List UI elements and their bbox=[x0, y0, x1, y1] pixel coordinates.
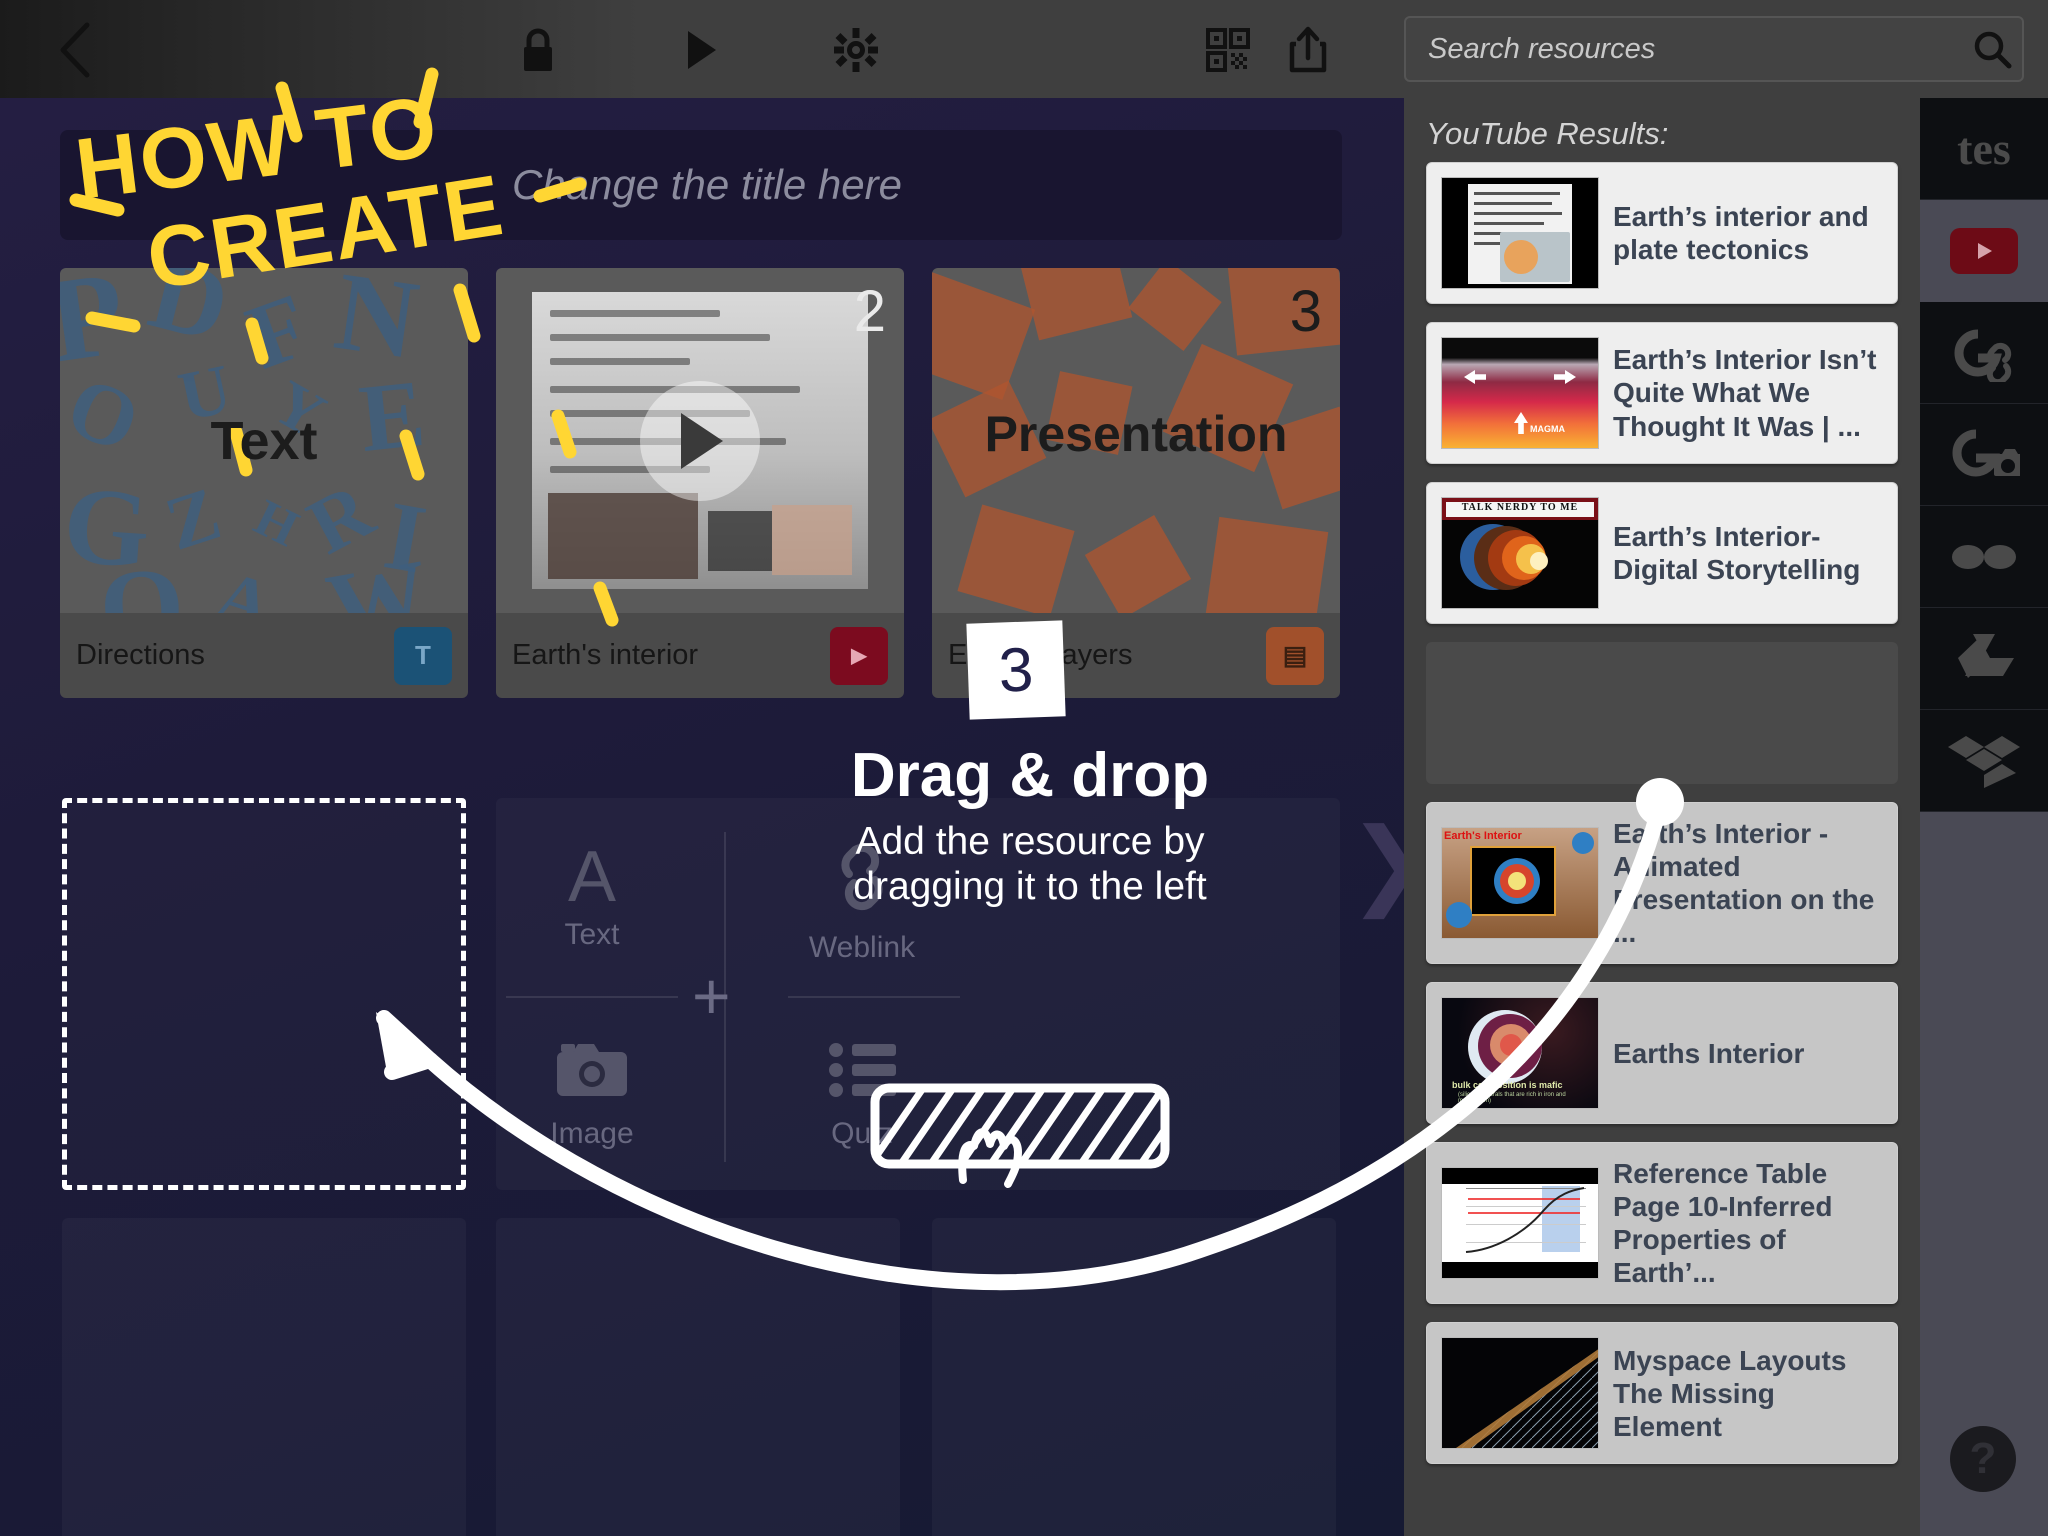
share-icon[interactable] bbox=[1280, 22, 1336, 78]
panel-divider-left bbox=[506, 996, 678, 998]
tile-type-badge-text: T bbox=[394, 626, 452, 685]
title-placeholder: Change the title here bbox=[512, 161, 902, 208]
lesson-title-field[interactable]: Change the title here bbox=[60, 130, 1342, 240]
result-thumbnail: bulk composition is mafic (silicate mine… bbox=[1441, 997, 1599, 1110]
resources-results-panel: YouTube Results: Earth’s interior and pl… bbox=[1404, 98, 1920, 1536]
tile-thumbnail: 2 bbox=[496, 268, 904, 613]
resource-slot-empty-2[interactable] bbox=[496, 1218, 900, 1536]
search-bar[interactable] bbox=[1404, 16, 2024, 82]
tile-number: 3 bbox=[1289, 279, 1322, 344]
list-icon bbox=[768, 1038, 956, 1113]
top-toolbar bbox=[0, 0, 2048, 98]
results-heading: YouTube Results: bbox=[1426, 116, 1669, 151]
search-icon[interactable] bbox=[1962, 29, 2022, 69]
tile-type-badge-presentation: ▤ bbox=[1266, 626, 1324, 685]
flickr-icon[interactable] bbox=[1920, 506, 2048, 608]
add-option-image[interactable]: Image bbox=[498, 1038, 686, 1151]
panel-divider-right bbox=[788, 996, 960, 998]
result-item[interactable]: MAGMA Earth’s Interior Isn’t Quite What … bbox=[1426, 322, 1898, 464]
result-thumbnail bbox=[1441, 1337, 1599, 1450]
result-title: Earths Interior bbox=[1613, 1037, 1805, 1069]
resource-slot-empty-1[interactable] bbox=[62, 1218, 466, 1536]
chevron-right-icon[interactable]: ❯ bbox=[1348, 816, 1404, 912]
drop-zone[interactable] bbox=[62, 798, 466, 1190]
resource-tile-presentation[interactable]: Presentation 3 Earth's Layers ▤ bbox=[932, 268, 1340, 698]
resource-slot-empty-3[interactable] bbox=[932, 1218, 1336, 1536]
result-item-empty-slot[interactable] bbox=[1426, 642, 1898, 784]
result-item[interactable]: bulk composition is mafic (silicate mine… bbox=[1426, 982, 1898, 1125]
lock-icon[interactable] bbox=[510, 22, 566, 78]
tile-footer: Directions T bbox=[60, 613, 468, 698]
result-title: Earth’s interior and plate tectonics bbox=[1613, 200, 1869, 265]
youtube-pill bbox=[1950, 228, 2018, 274]
tile-label: Earth's interior bbox=[512, 639, 699, 671]
tile-thumb-caption: Text bbox=[210, 410, 318, 471]
play-icon[interactable] bbox=[672, 22, 728, 78]
link-icon bbox=[768, 840, 956, 927]
lesson-canvas: Change the title here P D F N O U Y E G … bbox=[0, 98, 1404, 1536]
tile-thumbnail: P D F N O U Y E G Z H R I Q A W Text bbox=[60, 268, 468, 613]
tile-number: 2 bbox=[853, 279, 886, 344]
result-item[interactable]: Reference Table Page 10-Inferred Propert… bbox=[1426, 1142, 1898, 1305]
dropbox-icon[interactable] bbox=[1920, 710, 2048, 812]
letter-a-icon: A bbox=[567, 837, 617, 917]
gear-icon[interactable] bbox=[828, 22, 884, 78]
add-option-label: Image bbox=[550, 1117, 634, 1150]
google-drive-icon[interactable] bbox=[1920, 608, 2048, 710]
tile-thumb-caption: Presentation bbox=[984, 405, 1288, 462]
result-item[interactable]: Myspace Layouts The Missing Element bbox=[1426, 1322, 1898, 1465]
tes-logo-text: tes bbox=[1957, 123, 2011, 174]
solar-panel-art bbox=[1456, 1349, 1598, 1449]
back-button[interactable] bbox=[46, 22, 102, 78]
result-title: Myspace Layouts The Missing Element bbox=[1613, 1344, 1847, 1442]
camera-icon bbox=[498, 1038, 686, 1113]
result-title: Earth’s Interior Isn’t Quite What We Tho… bbox=[1613, 344, 1877, 442]
tes-logo[interactable]: tes bbox=[1920, 98, 2048, 200]
qr-code-icon[interactable] bbox=[1200, 22, 1256, 78]
youtube-icon[interactable] bbox=[1920, 200, 2048, 302]
result-item[interactable]: Earth's Interior Earth’s Interior - Anim… bbox=[1426, 802, 1898, 965]
add-option-quiz[interactable]: Quiz bbox=[768, 1038, 956, 1151]
result-thumbnail: Earth's Interior bbox=[1441, 827, 1599, 940]
add-option-weblink[interactable]: Weblink bbox=[768, 840, 956, 965]
result-thumbnail: MAGMA bbox=[1441, 337, 1599, 449]
tile-type-badge-youtube: ▶ bbox=[830, 626, 888, 685]
search-input[interactable] bbox=[1406, 32, 1962, 66]
tile-thumbnail: Presentation 3 bbox=[932, 268, 1340, 613]
google-images-icon[interactable] bbox=[1920, 404, 2048, 506]
play-overlay-icon[interactable] bbox=[640, 380, 760, 501]
result-item[interactable]: Earth’s interior and plate tectonics bbox=[1426, 162, 1898, 304]
result-item[interactable]: TALK NERDY TO ME Earth’s Interior- Digit… bbox=[1426, 482, 1898, 624]
result-thumbnail: TALK NERDY TO ME bbox=[1441, 497, 1599, 609]
tile-footer: Earth's interior ▶ bbox=[496, 613, 904, 698]
result-title: Earth’s Interior - Animated Presentation… bbox=[1613, 818, 1875, 949]
add-option-text[interactable]: A Text bbox=[498, 840, 686, 952]
tile-footer: Earth's Layers ▤ bbox=[932, 613, 1340, 698]
tile-label: Directions bbox=[76, 639, 205, 671]
google-link-icon[interactable] bbox=[1920, 302, 2048, 404]
tile-label: Earth's Layers bbox=[948, 639, 1133, 671]
add-resource-panel: + A Text Weblink Image Quiz bbox=[496, 798, 1340, 1190]
resource-tile-directions[interactable]: P D F N O U Y E G Z H R I Q A W Text Dir… bbox=[60, 268, 468, 698]
add-option-label: Text bbox=[564, 918, 620, 951]
resource-tile-video[interactable]: 2 Earth's interior ▶ bbox=[496, 268, 904, 698]
result-title: Earth’s Interior- Digital Storytelling bbox=[1613, 520, 1861, 585]
result-thumbnail bbox=[1441, 1167, 1599, 1280]
result-title: Reference Table Page 10-Inferred Propert… bbox=[1613, 1158, 1833, 1289]
source-rail: tes ? bbox=[1920, 98, 2048, 1536]
add-option-label: Quiz bbox=[831, 1117, 893, 1150]
add-plus-icon: + bbox=[692, 959, 731, 1033]
help-button[interactable]: ? bbox=[1950, 1426, 2016, 1492]
result-thumbnail bbox=[1441, 177, 1599, 289]
add-option-label: Weblink bbox=[808, 931, 916, 964]
